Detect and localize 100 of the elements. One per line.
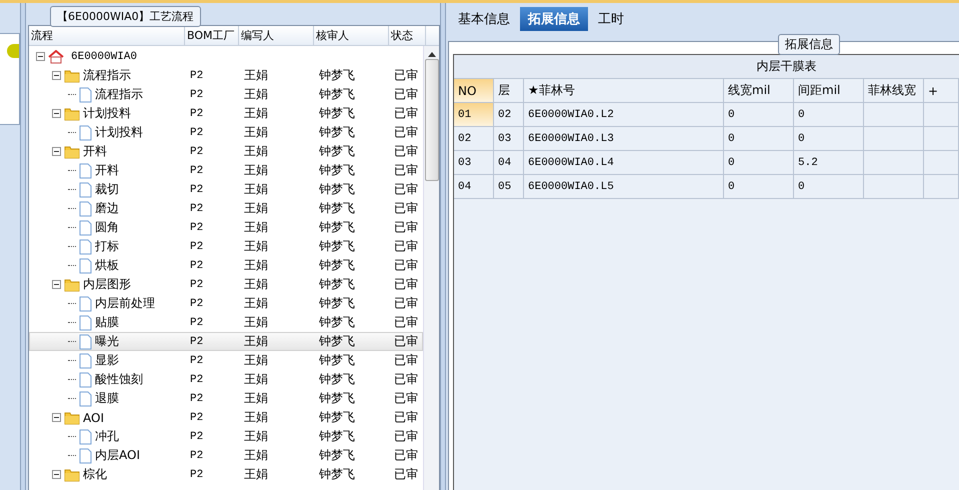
- tree-row[interactable]: 开料 P2 王娟 钟梦飞 已审: [29, 142, 423, 161]
- table-cell-text: P2: [189, 88, 204, 100]
- document-icon: [79, 162, 92, 178]
- table-cell-text: 钟梦飞: [318, 200, 356, 217]
- table-cell-text: 已审: [393, 390, 419, 407]
- tree-row[interactable]: 棕化 P2 王娟 钟梦飞 已审: [29, 465, 423, 484]
- table-cell-text: 王娟: [243, 295, 269, 312]
- row-number-cell[interactable]: 04: [454, 175, 494, 198]
- collapse-icon[interactable]: [36, 52, 45, 61]
- tree-row[interactable]: 计划投料 P2 王娟 钟梦飞 已审: [29, 123, 423, 142]
- table-cell-text: 已审: [393, 371, 419, 388]
- table-cell: 0: [724, 151, 794, 174]
- table-cell-text: 已审: [393, 447, 419, 464]
- tab[interactable]: 工时: [590, 7, 632, 31]
- tree-label: AOI: [83, 410, 104, 424]
- collapse-icon[interactable]: [52, 470, 61, 479]
- tree-row[interactable]: 圆角 P2 王娟 钟梦飞 已审: [29, 218, 423, 237]
- table-cell-text: 已审: [393, 466, 419, 483]
- tree-row[interactable]: 曝光 P2 王娟 钟梦飞 已审: [29, 332, 423, 351]
- collapse-icon[interactable]: [52, 147, 61, 156]
- column-header[interactable]: 层: [494, 79, 524, 102]
- table-cell-text: 钟梦飞: [318, 124, 356, 141]
- tree-row[interactable]: 流程指示 P2 王娟 钟梦飞 已审: [29, 85, 423, 104]
- table-cell: 6E0000WIA0.L5: [524, 175, 724, 198]
- table-cell-text: 钟梦飞: [318, 466, 356, 483]
- row-number-cell[interactable]: 01: [454, 103, 494, 126]
- row-number-cell[interactable]: 02: [454, 127, 494, 150]
- table-cell-text: 钟梦飞: [318, 238, 356, 255]
- tree-label: 曝光: [95, 333, 119, 350]
- tree-label: 开料: [95, 162, 119, 179]
- table-cell-text: 钟梦飞: [318, 390, 356, 407]
- collapse-icon[interactable]: [52, 71, 61, 80]
- tree-label: 冲孔: [95, 428, 119, 445]
- tree-row[interactable]: 显影 P2 王娟 钟梦飞 已审: [29, 351, 423, 370]
- tree-row[interactable]: 流程指示 P2 王娟 钟梦飞 已审: [29, 66, 423, 85]
- tree-label: 磨边: [95, 200, 119, 217]
- folder-icon: [64, 410, 80, 424]
- panel-title: 【6E0000WIA0】工艺流程: [50, 6, 201, 27]
- tree-row[interactable]: 退膜 P2 王娟 钟梦飞 已审: [29, 389, 423, 408]
- tree-row[interactable]: 内层AOI P2 王娟 钟梦飞 已审: [29, 446, 423, 465]
- document-icon: [79, 428, 92, 444]
- tree-row[interactable]: 烘板 P2 王娟 钟梦飞 已审: [29, 256, 423, 275]
- tree-row[interactable]: 磨边 P2 王娟 钟梦飞 已审: [29, 199, 423, 218]
- table-cell-text: 王娟: [243, 390, 269, 407]
- tree-label: 酸性蚀刻: [95, 371, 143, 388]
- scrollbar[interactable]: [423, 46, 439, 490]
- table-cell-text: 钟梦飞: [318, 352, 356, 369]
- column-header[interactable]: 编写人: [239, 26, 314, 45]
- collapse-icon[interactable]: [52, 109, 61, 118]
- table-cell-text: 钟梦飞: [318, 428, 356, 445]
- tree-label: 内层AOI: [95, 447, 140, 464]
- table-cell-text: P2: [189, 278, 204, 290]
- column-header[interactable]: NO: [454, 79, 494, 102]
- table-cell-text: P2: [189, 374, 204, 386]
- tab[interactable]: 拓展信息: [520, 7, 588, 31]
- column-header[interactable]: ★菲林号: [524, 79, 724, 102]
- column-header[interactable]: 核审人: [314, 26, 389, 45]
- table-cell-text: P2: [189, 336, 204, 348]
- table-cell: 0: [724, 103, 794, 126]
- table-cell-text: 钟梦飞: [318, 295, 356, 312]
- tree-row[interactable]: 冲孔 P2 王娟 钟梦飞 已审: [29, 427, 423, 446]
- collapse-icon[interactable]: [52, 280, 61, 289]
- tree-row[interactable]: 6E0000WIA0: [29, 47, 423, 66]
- tree-label: 显影: [95, 352, 119, 369]
- column-header[interactable]: 状态: [389, 26, 426, 45]
- tree-row[interactable]: AOI P2 王娟 钟梦飞 已审: [29, 408, 423, 427]
- column-header[interactable]: +: [924, 79, 959, 102]
- table-cell-text: 钟梦飞: [318, 105, 356, 122]
- table-cell-text: 钟梦飞: [318, 67, 356, 84]
- document-icon: [79, 182, 92, 198]
- table-cell-text: 已审: [393, 219, 419, 236]
- folder-icon: [64, 68, 80, 82]
- tree-row[interactable]: 酸性蚀刻 P2 王娟 钟梦飞 已审: [29, 370, 423, 389]
- collapse-icon[interactable]: [52, 413, 61, 422]
- document-icon: [79, 258, 92, 274]
- table-cell-text: 已审: [393, 162, 419, 179]
- tree-row[interactable]: 计划投料 P2 王娟 钟梦飞 已审: [29, 104, 423, 123]
- table-cell-text: 已审: [393, 124, 419, 141]
- table-cell: 04: [494, 151, 524, 174]
- tree-row[interactable]: 内层图形 P2 王娟 钟梦飞 已审: [29, 275, 423, 294]
- table-cell-text: 已审: [393, 86, 419, 103]
- tab[interactable]: 基本信息: [450, 7, 518, 31]
- tree-row[interactable]: 内层前处理 P2 王娟 钟梦飞 已审: [29, 294, 423, 313]
- table-cell-text: 钟梦飞: [318, 276, 356, 293]
- table-cell-text: 已审: [393, 276, 419, 293]
- tree-row[interactable]: 贴膜 P2 王娟 钟梦飞 已审: [29, 313, 423, 332]
- table-cell-text: 钟梦飞: [318, 371, 356, 388]
- document-icon: [79, 314, 92, 330]
- column-header[interactable]: 线宽mil: [724, 79, 794, 102]
- tree-row[interactable]: 打标 P2 王娟 钟梦飞 已审: [29, 237, 423, 256]
- table-cell-text: 钟梦飞: [318, 314, 356, 331]
- tree-row[interactable]: 开料 P2 王娟 钟梦飞 已审: [29, 161, 423, 180]
- document-icon: [79, 220, 92, 236]
- table-cell-text: 已审: [393, 352, 419, 369]
- column-header[interactable]: 菲林线宽: [864, 79, 924, 102]
- table-cell: 0: [794, 175, 864, 198]
- tree-row[interactable]: 裁切 P2 王娟 钟梦飞 已审: [29, 180, 423, 199]
- table-cell: 6E0000WIA0.L2: [524, 103, 724, 126]
- column-header[interactable]: 间距mil: [794, 79, 864, 102]
- row-number-cell[interactable]: 03: [454, 151, 494, 174]
